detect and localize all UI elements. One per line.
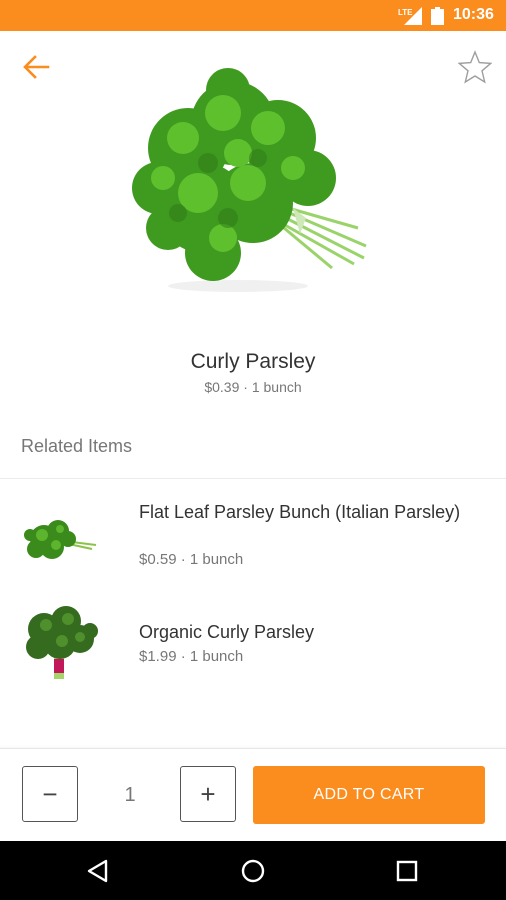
add-to-cart-button[interactable]: ADD TO CART bbox=[253, 766, 485, 824]
related-items-title: Related Items bbox=[21, 436, 133, 456]
square-recents-icon[interactable] bbox=[393, 857, 421, 885]
product-image bbox=[132, 68, 367, 292]
increase-quantity-button[interactable]: + bbox=[180, 766, 236, 822]
product-name: Curly Parsley bbox=[190, 350, 316, 373]
clock: 10:36 bbox=[453, 6, 494, 23]
battery-icon bbox=[431, 7, 444, 25]
related-item-name: Organic Curly Parsley bbox=[139, 622, 315, 642]
lte-signal-icon: LTE bbox=[398, 7, 422, 25]
decrease-quantity-button[interactable]: − bbox=[22, 766, 78, 822]
quantity-value: 1 bbox=[124, 784, 136, 806]
triangle-back-icon[interactable] bbox=[84, 857, 112, 885]
svg-text:LTE: LTE bbox=[398, 8, 413, 17]
related-item[interactable]: Organic Curly Parsley $1.99 · 1 bunch bbox=[0, 597, 506, 697]
product-price: $0.39 · 1 bunch bbox=[204, 379, 302, 395]
star-outline-icon[interactable] bbox=[458, 50, 492, 84]
arrow-left-icon[interactable] bbox=[22, 54, 50, 80]
related-item-price: $0.59 · 1 bunch bbox=[139, 551, 244, 568]
navigation-bar bbox=[0, 841, 506, 900]
related-item-price: $1.99 · 1 bunch bbox=[139, 648, 244, 665]
status-bar: LTE 10:36 bbox=[0, 0, 506, 31]
organic-curly-parsley-thumbnail bbox=[26, 606, 98, 679]
flat-leaf-parsley-thumbnail bbox=[24, 520, 97, 559]
related-item-name: Flat Leaf Parsley Bunch (Italian Parsley… bbox=[139, 502, 461, 522]
circle-home-icon[interactable] bbox=[239, 857, 267, 885]
cart-bar: − 1 + ADD TO CART bbox=[0, 748, 506, 842]
related-item[interactable]: Flat Leaf Parsley Bunch (Italian Parsley… bbox=[0, 479, 506, 597]
